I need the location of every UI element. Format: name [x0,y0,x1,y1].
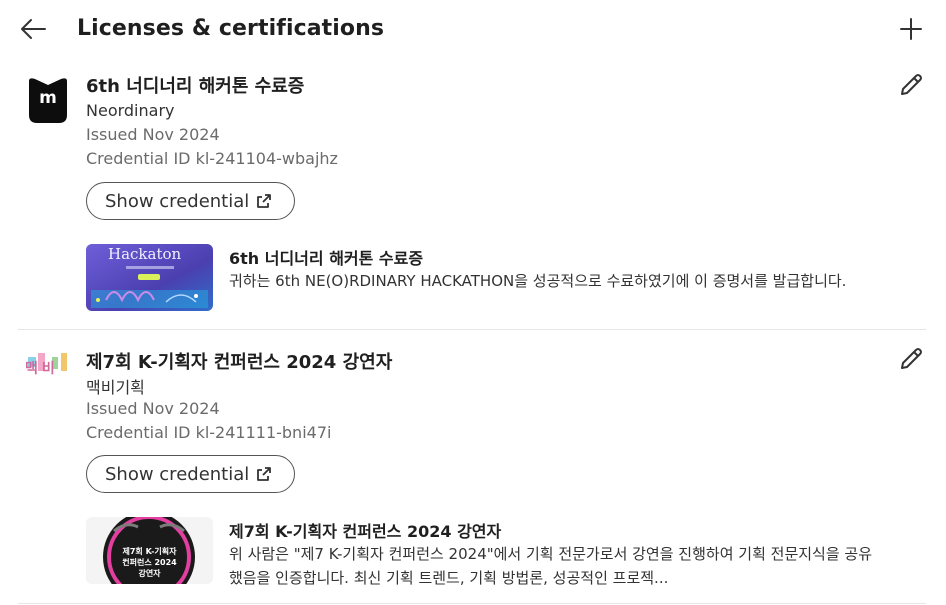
thumbnail-caption: 제7회 K-기획자 컨퍼런스 2024 강연자 [86,546,213,579]
media-description: 위 사람은 "제7 K-기획자 컨퍼런스 2024"에서 기획 전문가로서 강연… [229,545,873,587]
thumbnail-line: 컨퍼런스 2024 [122,558,177,567]
credential-id: Credential ID kl-241104-wbajhz [86,149,338,168]
show-credential-button[interactable]: Show credential [86,182,295,220]
media-description: 귀하는 6th NE(O)RDINARY HACKATHON을 성공적으로 수료… [229,272,847,290]
certification-entry: m 6th 너디너리 해커톤 수료증 Neordinary Issued Nov… [0,62,946,330]
external-link-icon [256,193,272,209]
issued-date: Issued Nov 2024 [86,125,220,144]
page-title: Licenses & certifications [77,16,385,41]
certification-title: 제7회 K-기획자 컨퍼런스 2024 강연자 [86,352,393,373]
issuer-name: Neordinary [86,101,175,120]
thumbnail-line: 강연자 [138,569,161,578]
page-header: Licenses & certifications [0,0,946,62]
pencil-icon [901,74,922,95]
credential-id: Credential ID kl-241111-bni47i [86,423,332,442]
external-link-icon [256,466,272,482]
issuer-name: 맥비기획 [86,378,145,397]
issued-date: Issued Nov 2024 [86,399,220,418]
show-credential-label: Show credential [105,190,250,212]
divider [18,603,926,604]
media-title: 제7회 K-기획자 컨퍼런스 2024 강연자 [229,522,502,541]
media-title: 6th 너디너리 해커톤 수료증 [229,249,424,268]
certification-entry: 맥비 제7회 K-기획자 컨퍼런스 2024 강연자 맥비기획 Issued N… [0,331,946,603]
divider [18,329,926,330]
show-credential-label: Show credential [105,463,250,485]
plus-icon [900,18,922,40]
credential-media-thumbnail[interactable]: Hackaton [86,244,213,311]
pencil-icon [901,348,922,369]
logo-letter: m [39,88,57,108]
show-credential-button[interactable]: Show credential [86,455,295,493]
logo-text: 맥비 [25,361,59,377]
edit-button[interactable] [896,344,926,374]
thumbnail-caption: Hackaton [108,245,182,263]
edit-button[interactable] [896,70,926,100]
credential-media-thumbnail[interactable]: 제7회 K-기획자 컨퍼런스 2024 강연자 [86,517,213,584]
organization-logo[interactable]: 맥비 [22,347,72,387]
thumbnail-line: 제7회 K-기획자 [122,547,177,556]
back-button[interactable] [18,14,48,44]
add-button[interactable] [896,14,926,44]
certification-title: 6th 너디너리 해커톤 수료증 [86,76,305,97]
organization-logo[interactable]: m [23,75,73,125]
arrow-left-icon [21,19,46,39]
